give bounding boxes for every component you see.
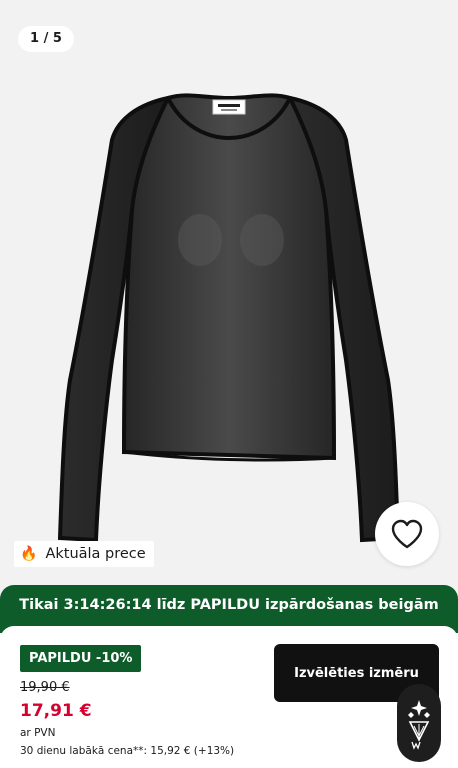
product-gallery[interactable]: 1 / 5 🔥 Aktuāla prece: [0, 0, 458, 600]
fire-icon: 🔥: [20, 546, 38, 562]
lowest-price-note: 30 dienu labākā cena**: 15,92 € (+13%): [20, 745, 235, 757]
trending-badge: 🔥 Aktuāla prece: [14, 541, 154, 567]
shirt-body: [121, 93, 337, 461]
image-counter: 1 / 5: [18, 26, 74, 52]
favorite-button[interactable]: [375, 502, 439, 566]
product-image[interactable]: [0, 60, 458, 560]
heart-icon: [391, 519, 423, 549]
discount-badge: PAPILDU -10%: [20, 645, 142, 672]
original-price: 19,90 €: [20, 680, 70, 695]
vat-note: ar PVN: [20, 727, 56, 739]
assistant-button[interactable]: [397, 684, 441, 762]
current-price: 17,91 €: [20, 701, 92, 721]
assistant-logo-icon: [408, 700, 430, 750]
promo-countdown-text: Tikai 3:14:26:14 līdz PAPILDU izpārdošan…: [19, 597, 439, 613]
trending-label: Aktuāla prece: [45, 546, 146, 562]
purchase-panel: PAPILDU -10% 19,90 € 17,91 € ar PVN 30 d…: [0, 626, 458, 768]
